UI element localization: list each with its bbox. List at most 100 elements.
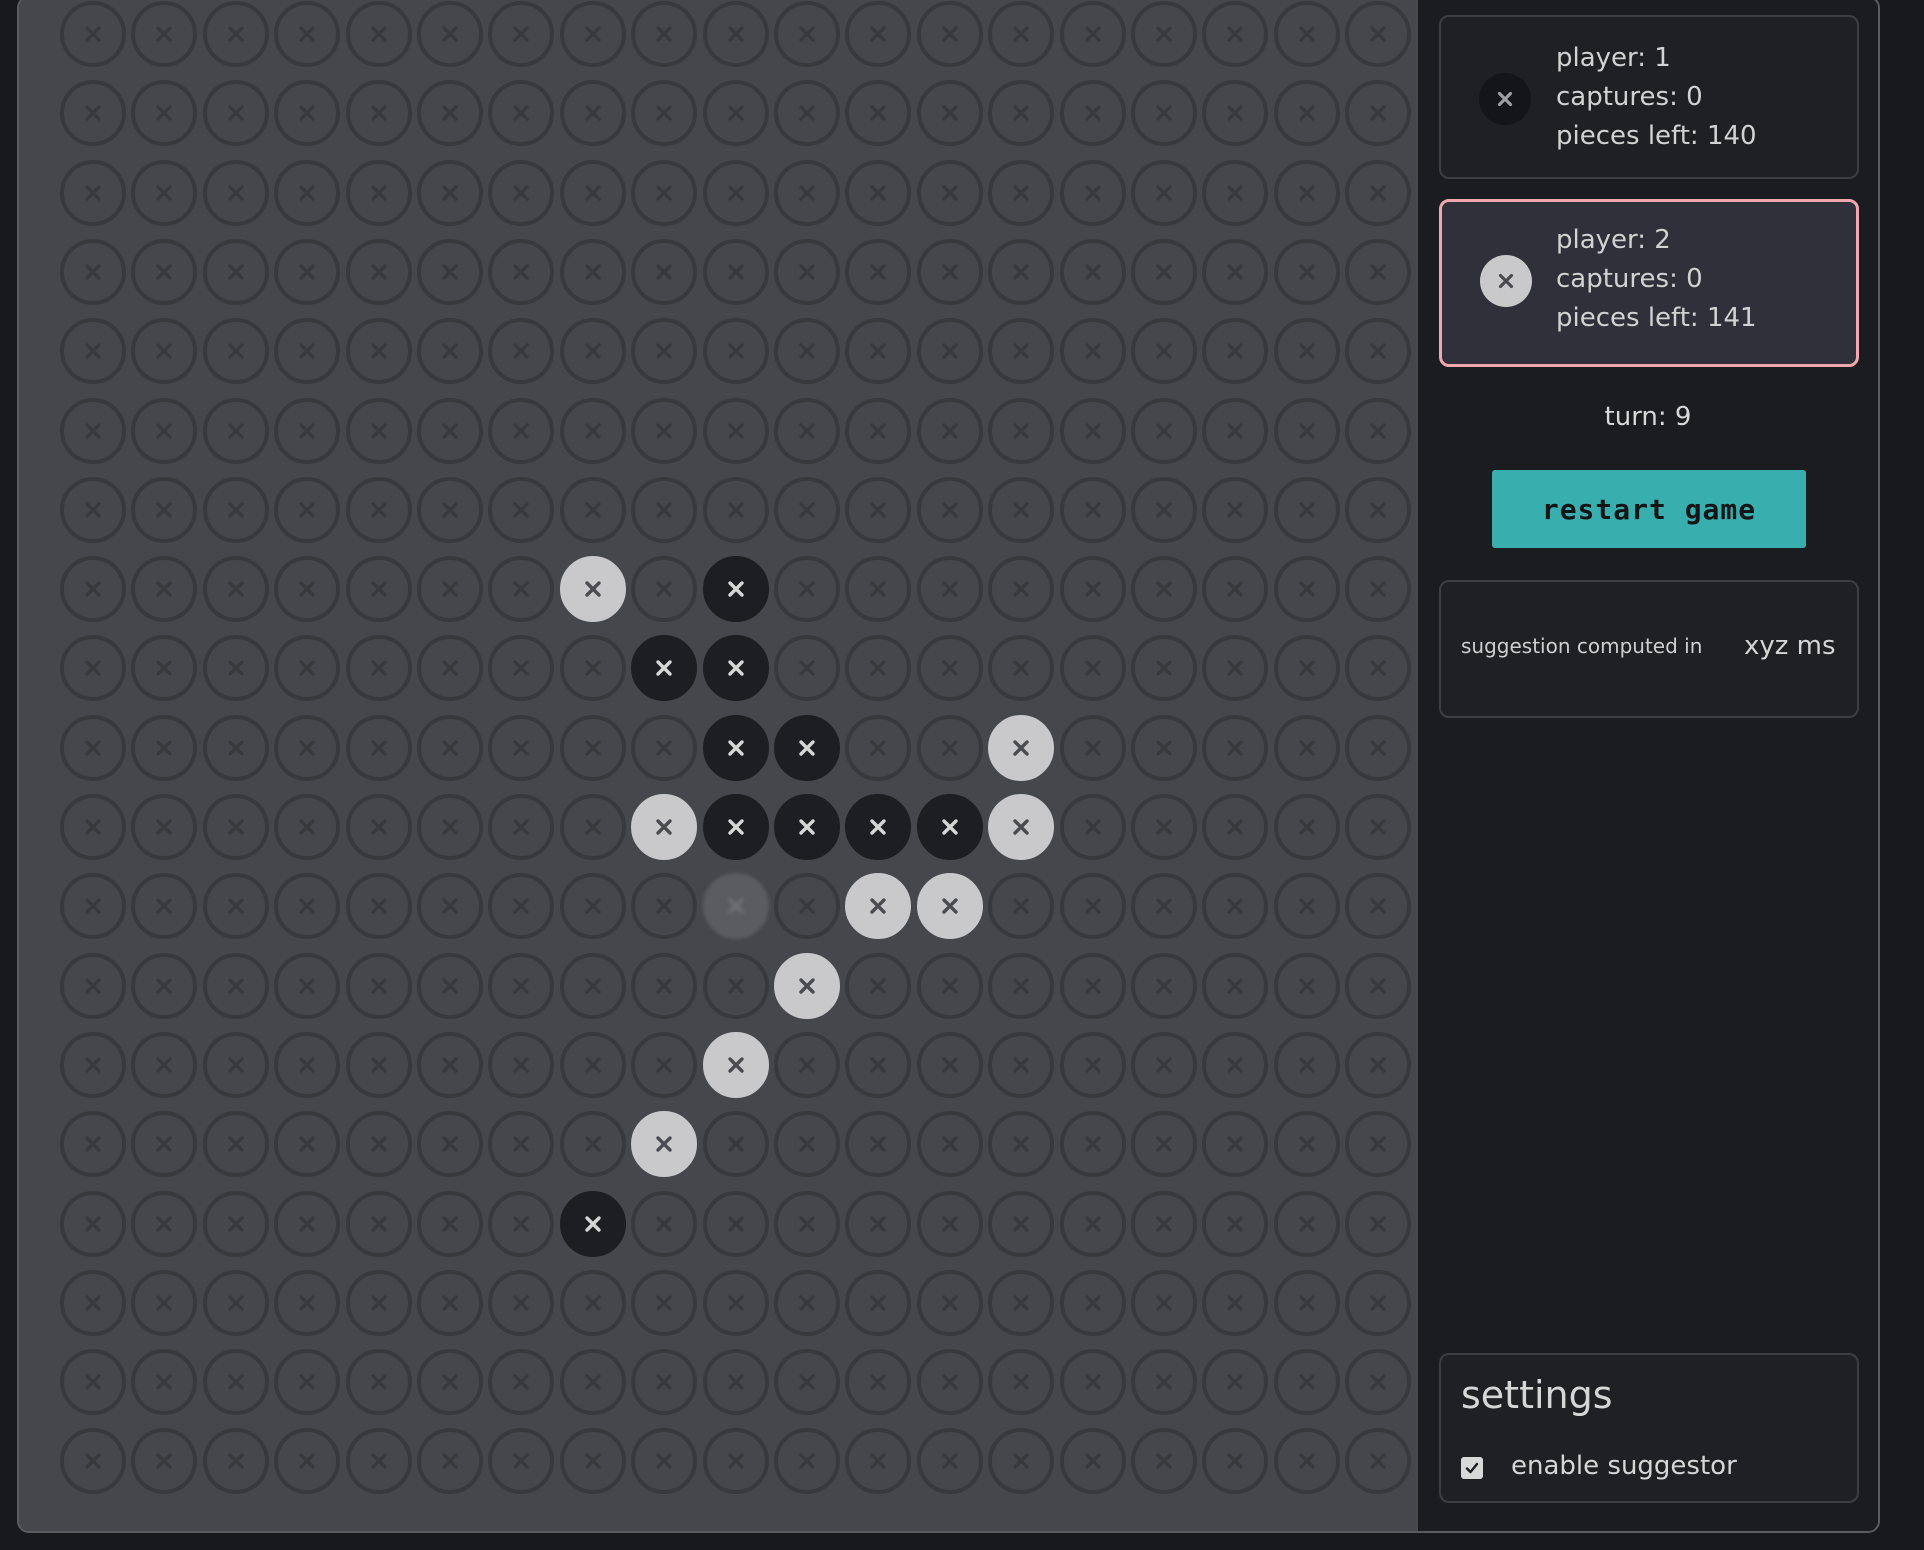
board-intersection[interactable] [345, 1, 412, 67]
board-intersection[interactable] [274, 794, 341, 860]
board-intersection[interactable] [60, 794, 126, 860]
board-intersection[interactable] [488, 873, 555, 940]
board-intersection[interactable] [559, 397, 626, 464]
board-intersection[interactable] [345, 1111, 412, 1178]
stone-player-2[interactable] [559, 556, 626, 623]
board-intersection[interactable] [702, 1, 769, 67]
board-intersection[interactable] [60, 556, 126, 623]
stone-player-1[interactable] [631, 635, 698, 702]
board-intersection[interactable] [1131, 238, 1197, 305]
board-intersection[interactable] [702, 1349, 769, 1416]
board-intersection[interactable] [774, 1428, 840, 1495]
board-intersection[interactable] [1345, 159, 1412, 226]
board-intersection[interactable] [1202, 714, 1269, 781]
board-intersection[interactable] [1273, 1111, 1340, 1178]
board-intersection[interactable] [631, 318, 698, 385]
board-intersection[interactable] [417, 794, 483, 860]
board-intersection[interactable] [1202, 159, 1269, 226]
board-intersection[interactable] [60, 397, 126, 464]
board-intersection[interactable] [988, 556, 1055, 623]
board-intersection[interactable] [1273, 476, 1340, 543]
board-intersection[interactable] [631, 556, 698, 623]
board-intersection[interactable] [488, 1190, 555, 1257]
board-intersection[interactable] [916, 1349, 983, 1416]
board-intersection[interactable] [1131, 1, 1197, 67]
board-intersection[interactable] [702, 159, 769, 226]
board-intersection[interactable] [1202, 318, 1269, 385]
board-intersection[interactable] [345, 397, 412, 464]
board-intersection[interactable] [274, 318, 341, 385]
board-intersection[interactable] [488, 238, 555, 305]
board-intersection[interactable] [631, 1031, 698, 1098]
board-intersection[interactable] [988, 952, 1055, 1019]
board-intersection[interactable] [202, 80, 269, 147]
board-intersection[interactable] [60, 238, 126, 305]
stone-player-1[interactable] [702, 714, 769, 781]
board-intersection[interactable] [1059, 714, 1126, 781]
board-intersection[interactable] [774, 1, 840, 67]
board-intersection[interactable] [488, 476, 555, 543]
board-intersection[interactable] [1273, 1349, 1340, 1416]
board-intersection[interactable] [417, 873, 483, 940]
board-intersection[interactable] [916, 714, 983, 781]
board-intersection[interactable] [845, 1, 912, 67]
board-intersection[interactable] [845, 952, 912, 1019]
board-intersection[interactable] [1273, 1428, 1340, 1495]
board-intersection[interactable] [417, 1428, 483, 1495]
board-intersection[interactable] [1202, 1349, 1269, 1416]
board-intersection[interactable] [131, 1111, 198, 1178]
board-intersection[interactable] [1131, 714, 1197, 781]
board-intersection[interactable] [1059, 1349, 1126, 1416]
enable-suggestor-label[interactable]: enable suggestor [1511, 1451, 1737, 1481]
board-intersection[interactable] [702, 952, 769, 1019]
board-intersection[interactable] [60, 714, 126, 781]
board-intersection[interactable] [1131, 1269, 1197, 1336]
board-intersection[interactable] [131, 556, 198, 623]
board-intersection[interactable] [345, 1349, 412, 1416]
board-intersection[interactable] [274, 80, 341, 147]
board-intersection[interactable] [488, 318, 555, 385]
board-intersection[interactable] [702, 397, 769, 464]
board-intersection[interactable] [1345, 80, 1412, 147]
board-intersection[interactable] [845, 1031, 912, 1098]
board-intersection[interactable] [131, 80, 198, 147]
board-intersection[interactable] [1273, 1190, 1340, 1257]
board-intersection[interactable] [559, 635, 626, 702]
board-intersection[interactable] [60, 1428, 126, 1495]
board-intersection[interactable] [631, 1349, 698, 1416]
board-intersection[interactable] [845, 1190, 912, 1257]
board-intersection[interactable] [274, 159, 341, 226]
board-intersection[interactable] [988, 1, 1055, 67]
board-intersection[interactable] [131, 318, 198, 385]
board-intersection[interactable] [916, 635, 983, 702]
board-intersection[interactable] [1059, 556, 1126, 623]
board-intersection[interactable] [988, 1269, 1055, 1336]
board-intersection[interactable] [988, 238, 1055, 305]
board-intersection[interactable] [845, 1111, 912, 1178]
board-intersection[interactable] [417, 80, 483, 147]
board-intersection[interactable] [488, 714, 555, 781]
board-intersection[interactable] [559, 80, 626, 147]
board-intersection[interactable] [631, 952, 698, 1019]
board-intersection[interactable] [1131, 159, 1197, 226]
board-intersection[interactable] [488, 952, 555, 1019]
stone-player-2[interactable] [916, 873, 983, 940]
board-intersection[interactable] [1345, 238, 1412, 305]
board-intersection[interactable] [1273, 714, 1340, 781]
board-intersection[interactable] [345, 556, 412, 623]
board-intersection[interactable] [417, 318, 483, 385]
board-intersection[interactable] [1345, 1349, 1412, 1416]
board-intersection[interactable] [559, 794, 626, 860]
board-intersection[interactable] [1131, 635, 1197, 702]
board-intersection[interactable] [1059, 159, 1126, 226]
board-intersection[interactable] [916, 1031, 983, 1098]
board-intersection[interactable] [1059, 1031, 1126, 1098]
board-intersection[interactable] [1131, 1111, 1197, 1178]
board-intersection[interactable] [988, 318, 1055, 385]
board-intersection[interactable] [559, 1031, 626, 1098]
board-intersection[interactable] [702, 238, 769, 305]
board-intersection[interactable] [202, 476, 269, 543]
board-intersection[interactable] [202, 1428, 269, 1495]
board-intersection[interactable] [60, 952, 126, 1019]
board-intersection[interactable] [845, 1428, 912, 1495]
